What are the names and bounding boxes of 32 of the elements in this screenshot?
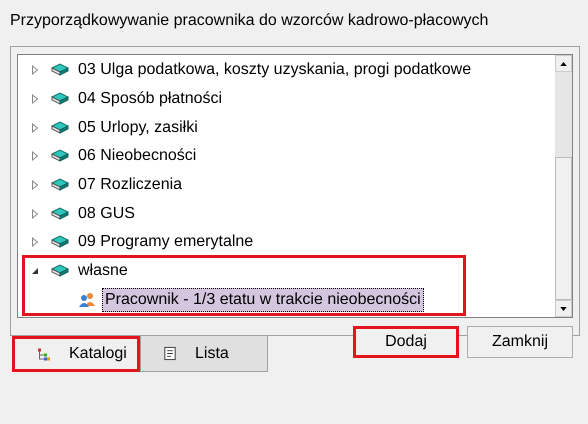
tree-item[interactable]: 08 GUS [75, 202, 138, 226]
book-icon [51, 263, 69, 280]
book-icon [51, 62, 69, 78]
tree-item[interactable]: własne [75, 259, 131, 284]
book-icon [51, 234, 69, 250]
scroll-up-button[interactable] [555, 55, 572, 72]
tree-item[interactable]: 07 Rozliczenia [75, 173, 186, 198]
tree-item[interactable]: 09 Programy emerytalne [75, 230, 256, 254]
people-icon [78, 292, 96, 308]
scrollbar[interactable] [555, 55, 572, 317]
tree-item[interactable]: 06 Nieobecności [75, 144, 200, 168]
window-title: Przyporządkowywanie pracownika do wzorców kadrowo-płacowych [10, 12, 490, 31]
scroll-thumb[interactable] [555, 157, 572, 300]
book-icon [51, 177, 69, 194]
tree-item[interactable]: 04 Sposób płatności [75, 87, 226, 112]
book-icon [51, 91, 69, 108]
tab[interactable]: Lista [140, 336, 268, 372]
tree-icon [37, 346, 51, 362]
expander-icon[interactable] [31, 266, 39, 276]
tab[interactable]: Katalogi [12, 336, 140, 372]
document-icon [163, 346, 177, 361]
dialog-button[interactable]: Dodaj [353, 326, 459, 358]
book-icon [51, 148, 69, 164]
tree-item[interactable]: 05 Urlopy, zasiłki [75, 116, 201, 140]
dialog-button[interactable]: Zamknij [467, 326, 573, 358]
book-icon [51, 206, 69, 222]
tree-item[interactable]: 03 Ulga podatkowa, koszty uzyskania, progi podatkowe [75, 58, 474, 82]
up-arrow-icon [560, 62, 567, 66]
book-icon [51, 120, 69, 136]
tree-item[interactable]: Pracownik - 1/3 etatu w trakcie nieobecności [102, 288, 424, 312]
down-arrow-icon [560, 306, 567, 310]
scroll-down-button[interactable] [555, 300, 572, 317]
